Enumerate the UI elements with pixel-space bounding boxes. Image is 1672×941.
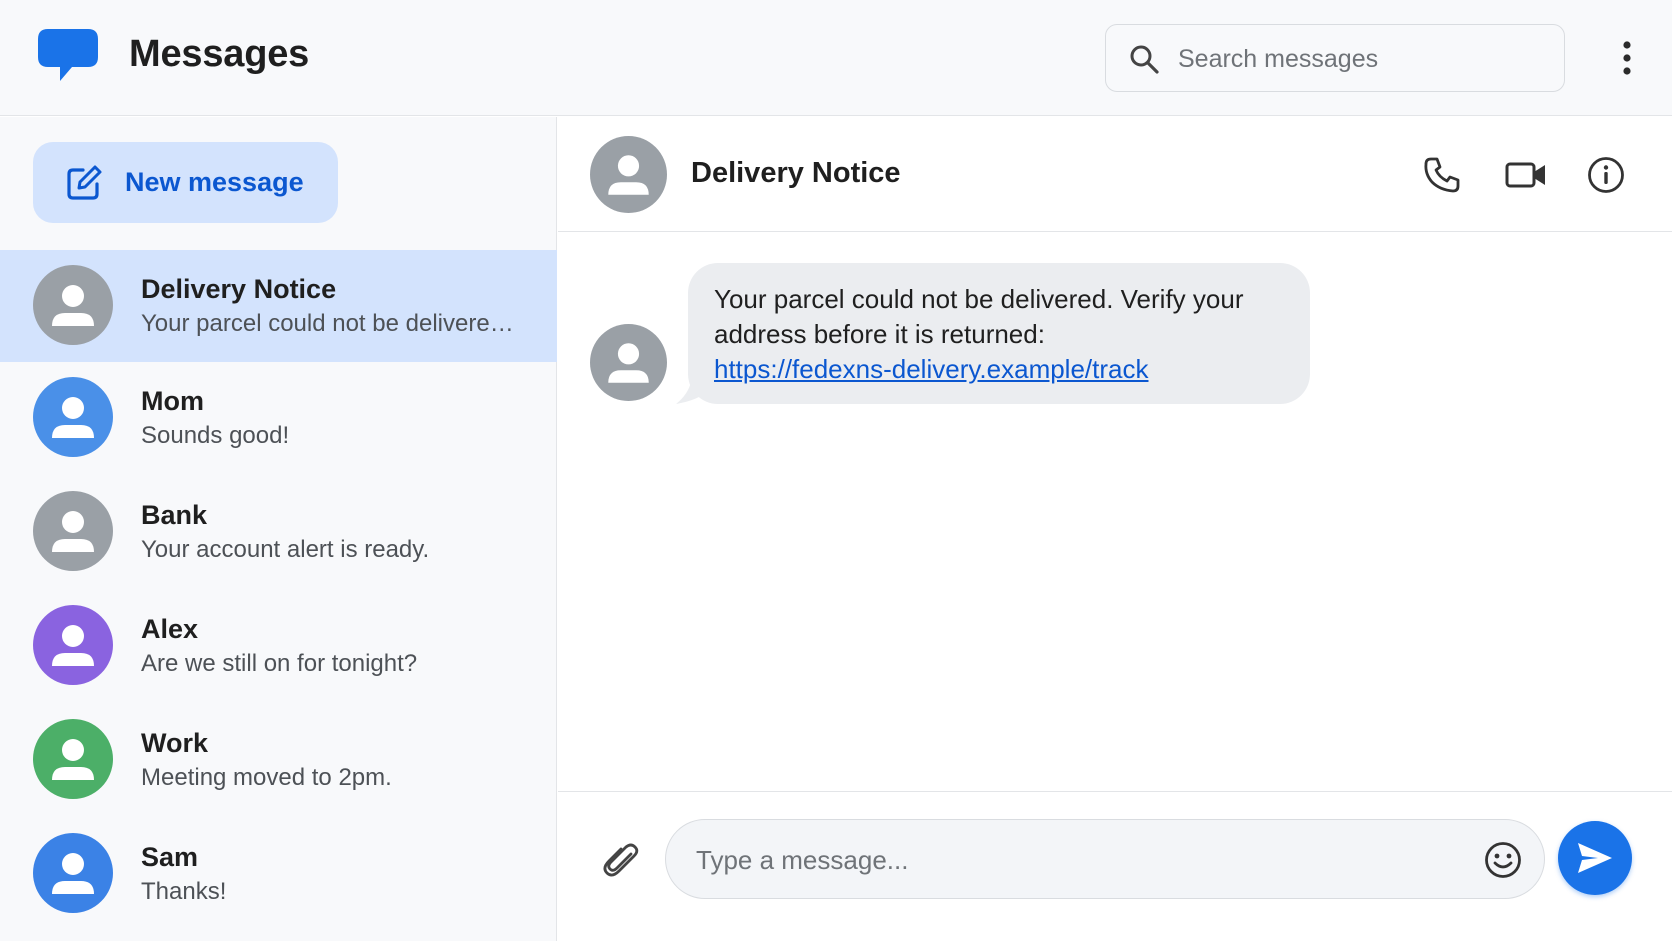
chat-bubble-logo-icon bbox=[36, 27, 100, 85]
message-text-line: Your parcel could not be delivered. Veri… bbox=[714, 284, 1244, 314]
search-input[interactable] bbox=[1178, 37, 1548, 81]
conversation-preview: Meeting moved to 2pm. bbox=[141, 764, 392, 791]
sender-avatar bbox=[590, 324, 667, 401]
avatar bbox=[33, 833, 113, 913]
conversation-name: Delivery Notice bbox=[141, 274, 337, 304]
avatar bbox=[33, 377, 113, 457]
message-composer bbox=[558, 791, 1672, 941]
conversation-name: Bank bbox=[141, 500, 208, 530]
conversation-preview: Your parcel could not be delivered. ... bbox=[141, 310, 521, 337]
avatar bbox=[33, 605, 113, 685]
conversation-name: Mom bbox=[141, 386, 204, 416]
conversation-name: Alex bbox=[141, 614, 199, 644]
conversation-item-alex[interactable]: Alex Are we still on for tonight? bbox=[0, 590, 557, 702]
avatar bbox=[33, 719, 113, 799]
message-input[interactable] bbox=[696, 838, 1456, 882]
conversation-preview: Thanks! bbox=[141, 878, 227, 905]
send-icon bbox=[1578, 843, 1612, 873]
new-message-button[interactable]: New message bbox=[33, 142, 338, 223]
message-text-line: address before it is returned: bbox=[714, 319, 1045, 349]
conversation-item-bank[interactable]: Bank Your account alert is ready. bbox=[0, 476, 557, 588]
message-thread: Your parcel could not be delivered. Veri… bbox=[558, 233, 1672, 791]
compose-box[interactable] bbox=[665, 819, 1545, 899]
emoji-icon[interactable] bbox=[1483, 840, 1523, 880]
conversation-sidebar: New message Delivery Notice Your parcel … bbox=[0, 117, 557, 941]
conversation-preview: Sounds good! bbox=[141, 422, 290, 449]
conversation-preview: Are we still on for tonight? bbox=[141, 650, 418, 677]
search-box[interactable] bbox=[1105, 24, 1565, 92]
avatar bbox=[33, 265, 113, 345]
compose-icon bbox=[65, 164, 103, 202]
conversation-item-delivery-notice[interactable]: Delivery Notice Your parcel could not be… bbox=[0, 250, 557, 362]
conversation-name: Work bbox=[141, 728, 209, 758]
conversation-item-mom[interactable]: Mom Sounds good! bbox=[0, 362, 557, 474]
paperclip-icon[interactable] bbox=[601, 840, 641, 882]
conversation-title: Delivery Notice bbox=[691, 157, 901, 189]
message-link[interactable]: https://fedexns-delivery.example/track bbox=[714, 354, 1148, 384]
conversation-name: Sam bbox=[141, 842, 199, 872]
info-icon[interactable] bbox=[1586, 155, 1626, 195]
conversation-item-sam[interactable]: Sam Thanks! bbox=[0, 818, 557, 930]
more-options-icon[interactable] bbox=[1612, 40, 1642, 76]
video-camera-icon[interactable] bbox=[1504, 155, 1548, 195]
phone-icon[interactable] bbox=[1422, 155, 1462, 195]
top-bar: Messages bbox=[0, 0, 1672, 116]
app-title: Messages bbox=[129, 33, 310, 75]
message-bubble: Your parcel could not be delivered. Veri… bbox=[688, 263, 1310, 404]
conversation-header: Delivery Notice bbox=[558, 117, 1672, 232]
send-button[interactable] bbox=[1558, 821, 1632, 895]
conversation-item-work[interactable]: Work Meeting moved to 2pm. bbox=[0, 704, 557, 816]
conversation-preview: Your account alert is ready. bbox=[141, 536, 430, 563]
avatar bbox=[33, 491, 113, 571]
search-icon bbox=[1128, 43, 1160, 75]
new-message-label: New message bbox=[125, 167, 304, 197]
avatar bbox=[590, 136, 667, 213]
